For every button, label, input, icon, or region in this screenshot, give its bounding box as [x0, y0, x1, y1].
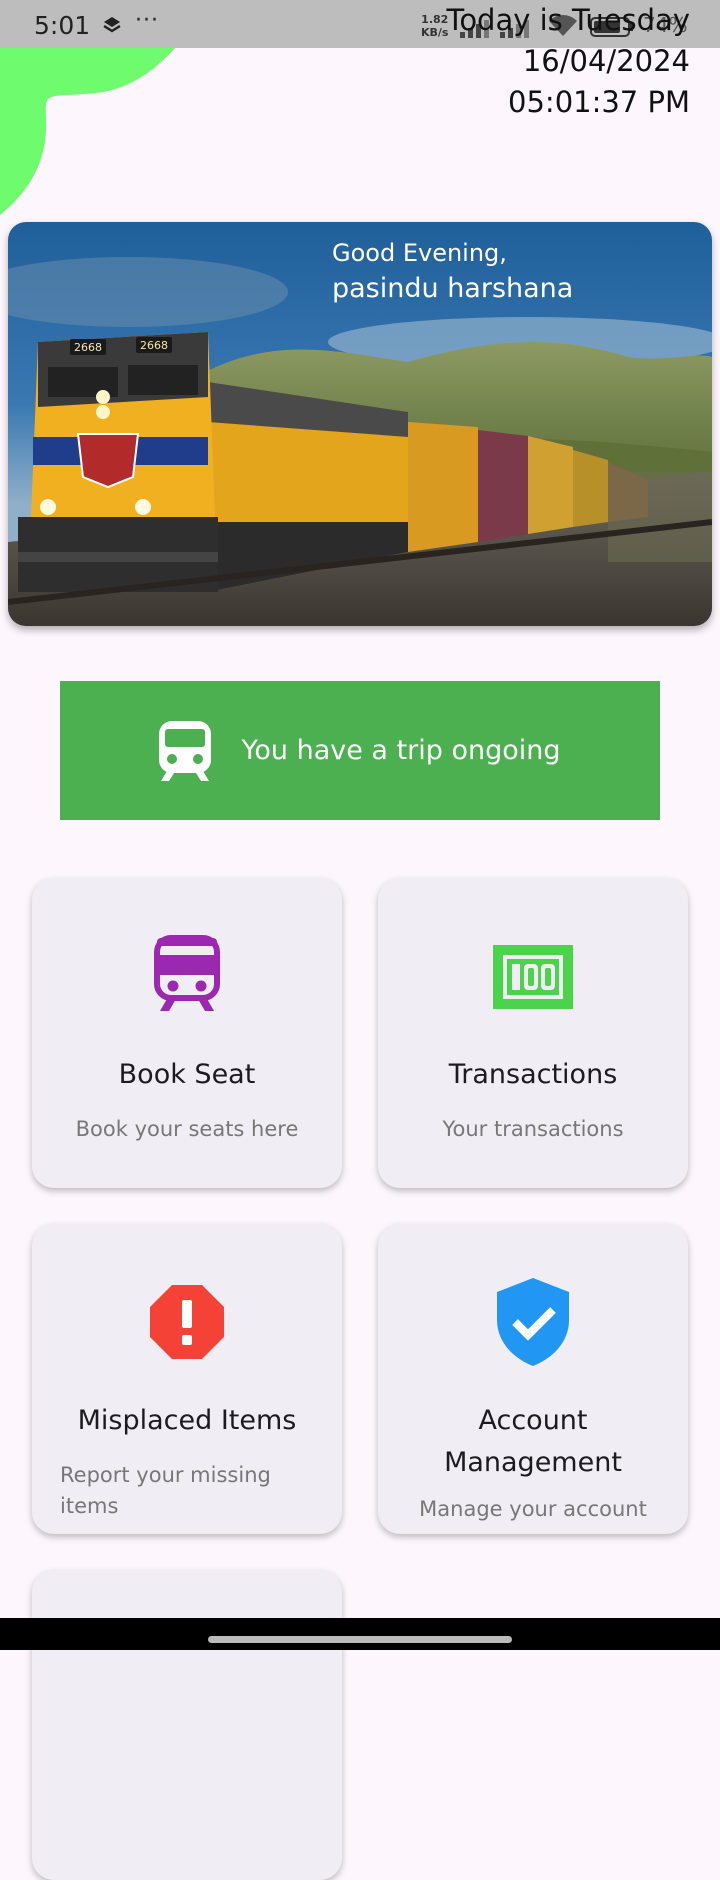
date-label: 16/04/2024 [522, 44, 690, 78]
train-front-icon [32, 935, 342, 1011]
greeting-text: Good Evening, [332, 239, 507, 267]
clock-label: 05:01:37 PM [508, 85, 690, 119]
network-speed: 1.82 KB/s [421, 13, 448, 39]
speed-value: 1.82 [421, 13, 449, 26]
greeting: Good Evening, pasindu harshana [332, 236, 573, 308]
account-management-subtitle: Manage your account [419, 1497, 647, 1521]
layers-icon [102, 15, 122, 39]
ongoing-trip-banner[interactable]: You have a trip ongoing [60, 681, 660, 820]
verified-shield-icon [378, 1278, 688, 1366]
datetime-header: Today is Tuesday 16/04/2024 05:01:37 PM [447, 0, 690, 123]
home-gesture-handle[interactable] [208, 1636, 512, 1643]
hero-banner: 2668 2668 Good Evening, pasindu harshana [8, 222, 712, 626]
account-management-card[interactable]: Account Management Manage your account [378, 1224, 688, 1534]
book-seat-subtitle: Book your seats here [75, 1117, 299, 1141]
user-name: pasindu harshana [332, 273, 574, 304]
misplaced-items-subtitle: Report your missing items [60, 1463, 271, 1518]
navigation-bar [0, 1618, 720, 1650]
loco-number-right: 2668 [140, 339, 168, 352]
loco-number-left: 2668 [74, 341, 102, 354]
book-seat-title: Book Seat [118, 1059, 256, 1090]
transactions-card[interactable]: Transactions Your transactions [378, 878, 688, 1188]
account-management-title: Account Management [444, 1405, 622, 1478]
misplaced-items-title: Misplaced Items [77, 1405, 297, 1436]
day-label: Today is Tuesday [446, 3, 690, 37]
hundred-icon [378, 945, 688, 1009]
more-notifications-icon: ··· [135, 8, 159, 33]
status-time: 5:01 [34, 11, 91, 40]
transactions-subtitle: Your transactions [442, 1117, 624, 1141]
speed-unit: KB/s [421, 26, 449, 39]
transactions-title: Transactions [448, 1059, 618, 1090]
error-octagon-icon [32, 1285, 342, 1359]
book-seat-card[interactable]: Book Seat Book your seats here [32, 878, 342, 1188]
train-icon [159, 720, 212, 781]
partial-card[interactable] [32, 1570, 342, 1880]
trip-banner-label: You have a trip ongoing [241, 735, 561, 766]
misplaced-items-card[interactable]: Misplaced Items Report your missing item… [32, 1224, 342, 1534]
